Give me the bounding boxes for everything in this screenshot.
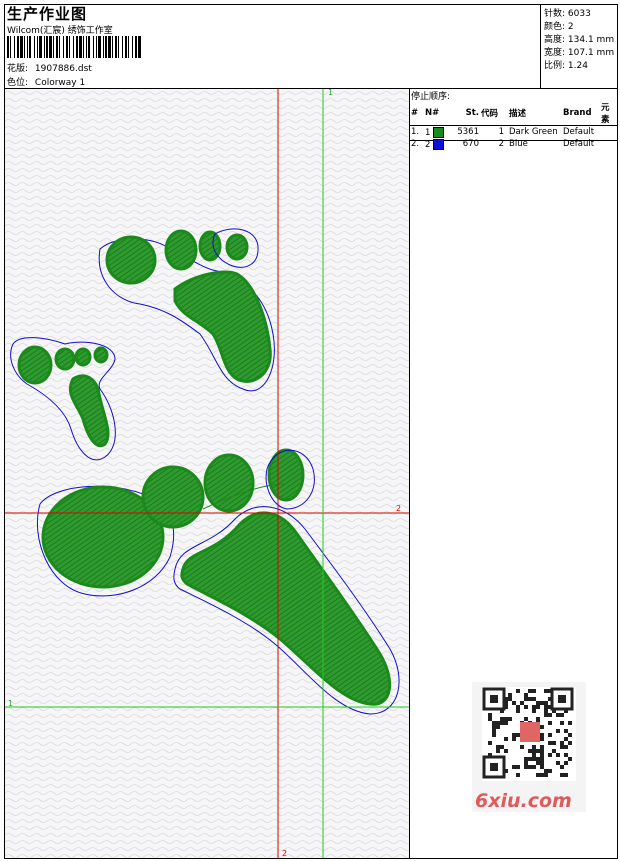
- top-green-label: 1: [328, 88, 334, 97]
- col-brand: Brand: [562, 101, 600, 126]
- qr-code-icon: [482, 687, 576, 781]
- colorway-row: 色位: Colorway 1: [7, 75, 85, 88]
- colors-info: 颜色: 2: [544, 19, 574, 32]
- col-element: 元素: [600, 101, 618, 126]
- design-canvas: [5, 89, 409, 858]
- row-brand: Default: [563, 139, 595, 149]
- col-n: N#: [424, 101, 454, 126]
- col-stitches: St.: [454, 101, 480, 126]
- row-number: 1.: [411, 127, 420, 137]
- col-desc: 描述: [508, 101, 562, 126]
- height-info: 高度: 134.1 mm: [544, 32, 614, 45]
- row-element: [600, 138, 618, 150]
- height-label: 高度:: [544, 35, 566, 45]
- table-row: 2. 2 670 2 Blue Default: [410, 138, 618, 150]
- row-code: 2: [498, 139, 504, 149]
- row-n: 1: [424, 126, 454, 139]
- width-label: 宽度:: [544, 48, 566, 58]
- row-code: 1: [498, 127, 504, 137]
- row-n-value: 1: [425, 127, 431, 138]
- row-n-value: 2: [425, 139, 431, 150]
- panel-divider: [409, 88, 410, 859]
- stitches-value: 6033: [567, 9, 591, 19]
- design-row: 花版: 1907886.dst: [7, 61, 92, 74]
- row-stitches: 670: [462, 139, 479, 149]
- stitches-info: 针数: 6033: [544, 6, 591, 19]
- col-code: 代码: [480, 101, 508, 126]
- design-file: 1907886.dst: [34, 64, 92, 74]
- color-swatch: [433, 138, 445, 150]
- row-brand: Default: [563, 127, 595, 137]
- row-n: 2: [424, 138, 454, 150]
- stitches-label: 针数:: [544, 9, 566, 19]
- info-divider: [540, 4, 541, 88]
- col-number: #: [410, 101, 424, 126]
- row-desc: Dark Green: [509, 127, 558, 137]
- table-header-row: # N# St. 代码 描述 Brand 元素: [410, 101, 618, 126]
- design-label: 花版:: [7, 64, 29, 74]
- stop-sequence-table: # N# St. 代码 描述 Brand 元素 1. 1 5361 1 Dark…: [410, 101, 618, 150]
- colors-value: 2: [567, 22, 574, 32]
- colors-label: 颜色:: [544, 22, 566, 32]
- scale-value: 1.24: [567, 61, 588, 71]
- left-green-label: 1: [8, 699, 14, 708]
- right-red-label: 2: [396, 504, 402, 513]
- table-row: 1. 1 5361 1 Dark Green Default: [410, 126, 618, 139]
- color-swatch: [433, 126, 445, 138]
- row-stitches: 5361: [457, 127, 479, 137]
- row-desc: Blue: [509, 139, 528, 149]
- colorway-value: Colorway 1: [34, 78, 86, 88]
- page-title: 生产作业图: [7, 5, 88, 23]
- row-element: [600, 126, 618, 139]
- studio-name: Wilcom(汇宸) 绣饰工作室: [7, 26, 113, 36]
- scale-info: 比例: 1.24: [544, 58, 588, 71]
- bottom-red-label: 2: [282, 849, 288, 858]
- height-value: 134.1 mm: [567, 35, 615, 45]
- watermark-text: 6xiu.com: [475, 790, 572, 812]
- row-number: 2.: [411, 139, 420, 149]
- width-info: 宽度: 107.1 mm: [544, 45, 614, 58]
- barcode-image: [7, 36, 141, 58]
- width-value: 107.1 mm: [567, 48, 615, 58]
- scale-label: 比例:: [544, 61, 566, 71]
- colorway-label: 色位:: [7, 78, 29, 88]
